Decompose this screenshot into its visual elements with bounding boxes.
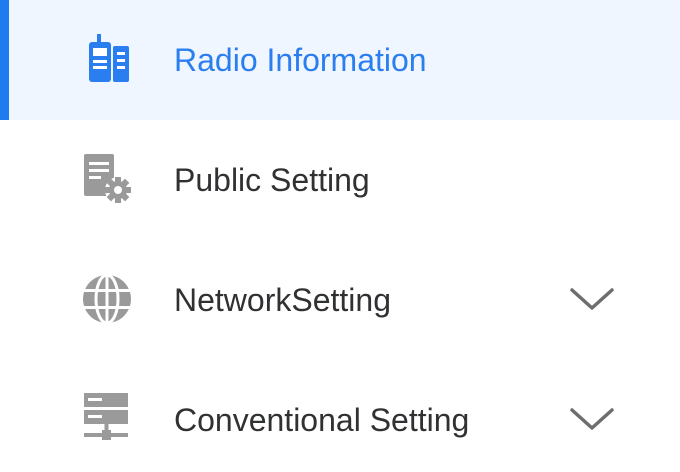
settings-document-icon — [80, 152, 134, 206]
sidebar-item-label: Public Setting — [174, 162, 370, 198]
chevron-down-icon[interactable] — [568, 284, 616, 314]
radio-icon — [80, 32, 134, 86]
globe-icon — [80, 272, 134, 326]
sidebar-item-network-setting[interactable]: NetworkSetting — [0, 240, 680, 360]
sidebar-item-label: NetworkSetting — [174, 282, 391, 318]
chevron-down-icon[interactable] — [568, 404, 616, 434]
sidebar-menu: Radio Information Public Setting Network… — [0, 0, 680, 472]
sidebar-item-label: Radio Information — [174, 42, 427, 78]
sidebar-item-conventional-setting[interactable]: Conventional Setting — [0, 360, 680, 472]
sidebar-item-radio-information[interactable]: Radio Information — [0, 0, 680, 120]
server-icon — [80, 390, 134, 444]
sidebar-item-public-setting[interactable]: Public Setting — [0, 120, 680, 240]
sidebar-item-label: Conventional Setting — [174, 402, 470, 438]
active-indicator — [0, 0, 9, 120]
